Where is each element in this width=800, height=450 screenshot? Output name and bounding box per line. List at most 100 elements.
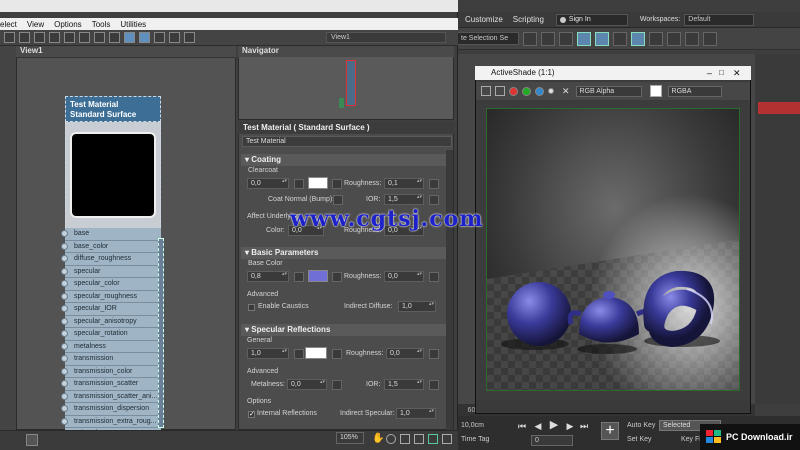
put-to-scene-icon[interactable] (34, 32, 45, 43)
render-icon[interactable] (703, 31, 717, 46)
select-by-material-icon[interactable] (184, 32, 195, 43)
slot-input-socket[interactable] (61, 392, 68, 400)
layout-all-icon[interactable] (124, 32, 135, 43)
menu-select[interactable]: elect (0, 20, 17, 29)
material-slot[interactable]: transmission_color (61, 365, 161, 378)
select-tool-icon[interactable] (4, 32, 15, 43)
specular-rollout[interactable]: ▾ Specular Reflections (241, 324, 446, 336)
slot-input-socket[interactable] (61, 417, 68, 425)
zoom-icon[interactable] (386, 434, 396, 444)
internal-reflections-checkbox[interactable]: ✓ (248, 411, 255, 418)
render-frame-icon[interactable] (685, 31, 699, 46)
enable-caustics-checkbox[interactable] (248, 304, 255, 311)
frame-icon[interactable] (442, 434, 452, 444)
coating-rollout[interactable]: ▾ Coating (241, 154, 446, 166)
show-background-icon[interactable] (94, 32, 105, 43)
material-slot[interactable]: specular_anisotropy (61, 315, 161, 328)
background-color-swatch[interactable] (649, 85, 662, 97)
base-color-swatch[interactable] (308, 270, 328, 282)
pick-material-icon[interactable] (19, 32, 30, 43)
material-slot[interactable]: specular_color (61, 278, 161, 291)
current-frame-field[interactable]: 0 (531, 435, 573, 446)
curve-editor-icon[interactable] (613, 31, 627, 46)
alpha-channel-icon[interactable] (548, 88, 554, 94)
menu-options[interactable]: Options (54, 20, 82, 29)
render-viewport[interactable] (486, 108, 740, 391)
coat-roughness-field[interactable]: 0,1 (384, 178, 424, 189)
indirect-specular-field[interactable]: 1,0 (396, 408, 436, 419)
material-slot[interactable]: transmission_scatter (61, 378, 161, 391)
navigator-viewport-frame[interactable] (346, 60, 356, 106)
base-color-map-button[interactable] (332, 272, 342, 282)
red-channel-icon[interactable] (509, 86, 518, 96)
align-icon[interactable] (541, 31, 555, 46)
specular-weight-map-button[interactable] (294, 349, 304, 359)
goto-start-icon[interactable]: ⏮ (517, 421, 527, 431)
slot-input-socket[interactable] (61, 255, 68, 262)
clearcoat-color-swatch[interactable] (308, 177, 328, 189)
clearcoat-amount[interactable]: 0,0 (247, 178, 289, 189)
slot-input-socket[interactable] (61, 405, 68, 412)
selection-set-dropdown[interactable]: te Selection Se (457, 32, 519, 45)
maximize-icon[interactable]: □ (719, 66, 724, 80)
slot-input-socket[interactable] (61, 317, 68, 325)
specular-weight-field[interactable]: 1,0 (247, 348, 289, 359)
layout-children-icon[interactable] (139, 32, 150, 43)
slot-input-socket[interactable] (61, 305, 68, 312)
workspaces-dropdown[interactable]: Default (684, 13, 755, 26)
material-slot[interactable]: specular_IOR (61, 303, 161, 316)
zoom-region-icon[interactable] (400, 434, 410, 444)
view-tab[interactable]: View1 (16, 46, 236, 58)
add-key-icon[interactable]: + (601, 422, 619, 440)
parameter-scrollbar[interactable] (446, 150, 453, 430)
goto-end-icon[interactable]: ⏭ (579, 421, 589, 431)
graphite-icon[interactable] (595, 31, 609, 46)
specular-roughness-map-button[interactable] (429, 349, 439, 359)
print-icon[interactable] (495, 86, 505, 96)
channel-dropdown[interactable]: RGB Alpha (575, 85, 642, 97)
material-slot[interactable]: specular_rotation (61, 328, 161, 341)
specular-color-swatch[interactable] (305, 347, 327, 359)
assign-material-icon[interactable] (49, 32, 60, 43)
zoom-selected-icon[interactable] (428, 434, 438, 444)
slot-input-socket[interactable] (61, 280, 68, 287)
prev-frame-icon[interactable]: ◀ (533, 421, 543, 431)
slot-input-socket[interactable] (61, 330, 68, 337)
slot-input-socket[interactable] (61, 355, 68, 362)
material-slot[interactable]: base (61, 228, 161, 241)
delete-icon[interactable] (64, 32, 75, 43)
coat-ior-field[interactable]: 1,5 (384, 194, 424, 205)
specular-color-map-button[interactable] (332, 349, 342, 359)
material-node[interactable]: Test Material Standard Surface base base_… (61, 96, 161, 441)
material-slot[interactable]: base_color (61, 240, 161, 253)
material-slot[interactable]: transmission_dispersion (61, 403, 161, 416)
zoom-level-field[interactable]: 105% (336, 432, 364, 444)
render-setup-icon[interactable] (667, 31, 681, 46)
specular-ior-map-button[interactable] (429, 380, 439, 390)
specular-roughness-field[interactable]: 0,0 (386, 348, 424, 359)
base-roughness-map-button[interactable] (429, 272, 439, 282)
parameter-editor-icon[interactable] (169, 32, 180, 43)
sample-uv-icon[interactable] (109, 32, 120, 43)
minimize-icon[interactable]: – (707, 66, 712, 80)
clearcoat-color-map-button[interactable] (332, 179, 342, 189)
slot-input-socket[interactable] (61, 342, 68, 350)
material-slot[interactable]: diffuse_roughness (61, 253, 161, 266)
clear-icon[interactable]: ✕ (562, 86, 570, 97)
slot-input-socket[interactable] (61, 230, 68, 237)
material-node-header[interactable]: Test Material Standard Surface (65, 96, 161, 122)
base-roughness-field[interactable]: 0,0 (384, 271, 424, 282)
menu-utilities[interactable]: Utilities (120, 20, 146, 29)
base-weight-field[interactable]: 0,8 (247, 271, 289, 282)
mirror-icon[interactable] (523, 31, 537, 46)
material-slot[interactable]: transmission_scatter_ani... (61, 390, 161, 403)
time-tag-label[interactable]: Time Tag (461, 436, 489, 443)
blue-channel-icon[interactable] (535, 86, 544, 96)
green-channel-icon[interactable] (522, 86, 531, 96)
pan-hand-icon[interactable]: ✋ (372, 433, 384, 444)
auto-key-button[interactable]: Auto Key (627, 422, 655, 429)
coat-normal-map-button[interactable] (333, 195, 343, 205)
play-icon[interactable]: ▶ (549, 420, 559, 431)
view-dropdown[interactable]: View1 (326, 32, 446, 43)
slot-input-socket[interactable] (61, 380, 68, 387)
